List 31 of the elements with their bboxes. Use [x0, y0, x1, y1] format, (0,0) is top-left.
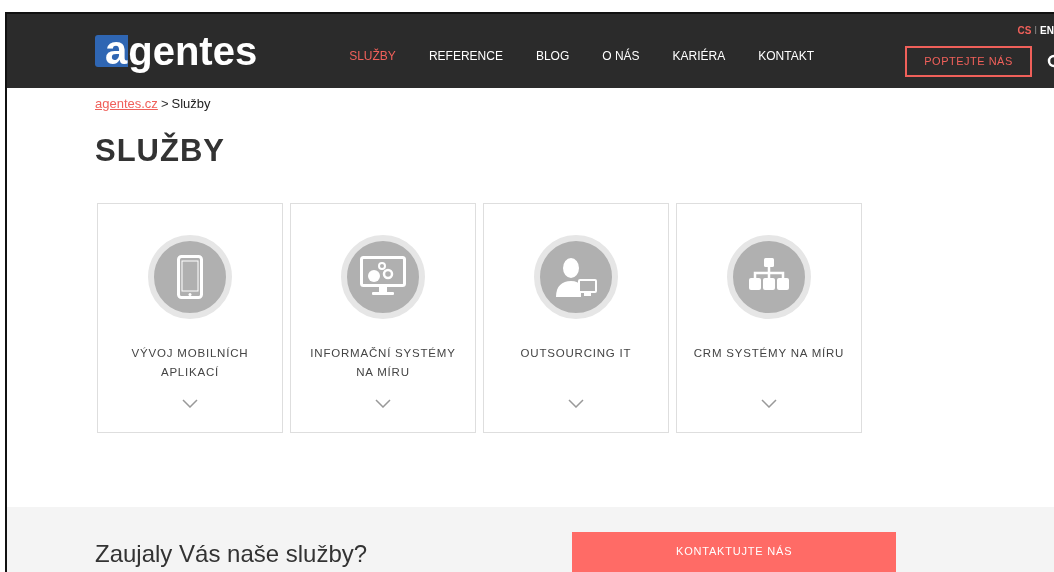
logo[interactable]: agentes [95, 30, 258, 71]
nav-link[interactable]: O NÁS [602, 46, 640, 65]
monitor-gears-icon [360, 256, 406, 298]
contact-heading: Zaujaly Vás naše služby? [95, 542, 368, 566]
nav-link[interactable]: KONTAKT [758, 46, 815, 65]
breadcrumb-current: Služby [171, 94, 211, 113]
service-label: INFORMAČNÍ SYSTÉMY NA MÍRU [309, 346, 457, 380]
breadcrumb-separator: > [160, 94, 169, 113]
request-quote-button[interactable]: POPTEJTE NÁS [905, 46, 1032, 77]
chevron-down-icon[interactable] [375, 399, 391, 408]
smartphone-icon [177, 255, 203, 299]
language-link[interactable]: CS [1017, 23, 1032, 38]
chevron-down-icon[interactable] [761, 399, 777, 408]
chevron-down-icon[interactable] [182, 399, 198, 408]
language-link[interactable]: EN [1040, 23, 1054, 38]
nav-link[interactable]: KARIÉRA [672, 46, 726, 65]
person-computer-icon [554, 256, 598, 298]
logo-text: gentes [128, 30, 258, 71]
language-separator: I [1034, 24, 1038, 38]
service-card[interactable]: VÝVOJ MOBILNÍCH APLIKACÍ [97, 203, 283, 433]
service-card[interactable]: INFORMAČNÍ SYSTÉMY NA MÍRU [290, 203, 476, 433]
nav-link[interactable]: SLUŽBY [349, 46, 396, 65]
service-label: OUTSOURCING IT [519, 346, 633, 361]
nav-link[interactable]: REFERENCE [428, 46, 503, 65]
service-card[interactable]: OUTSOURCING IT [483, 203, 669, 433]
chevron-down-icon[interactable] [568, 399, 584, 408]
service-label: VÝVOJ MOBILNÍCH APLIKACÍ [130, 346, 250, 380]
logo-mark: a [95, 34, 129, 67]
nav-link[interactable]: BLOG [535, 46, 570, 65]
service-label: CRM SYSTÉMY NA MÍRU [692, 346, 846, 361]
service-card[interactable]: CRM SYSTÉMY NA MÍRU [676, 203, 862, 433]
